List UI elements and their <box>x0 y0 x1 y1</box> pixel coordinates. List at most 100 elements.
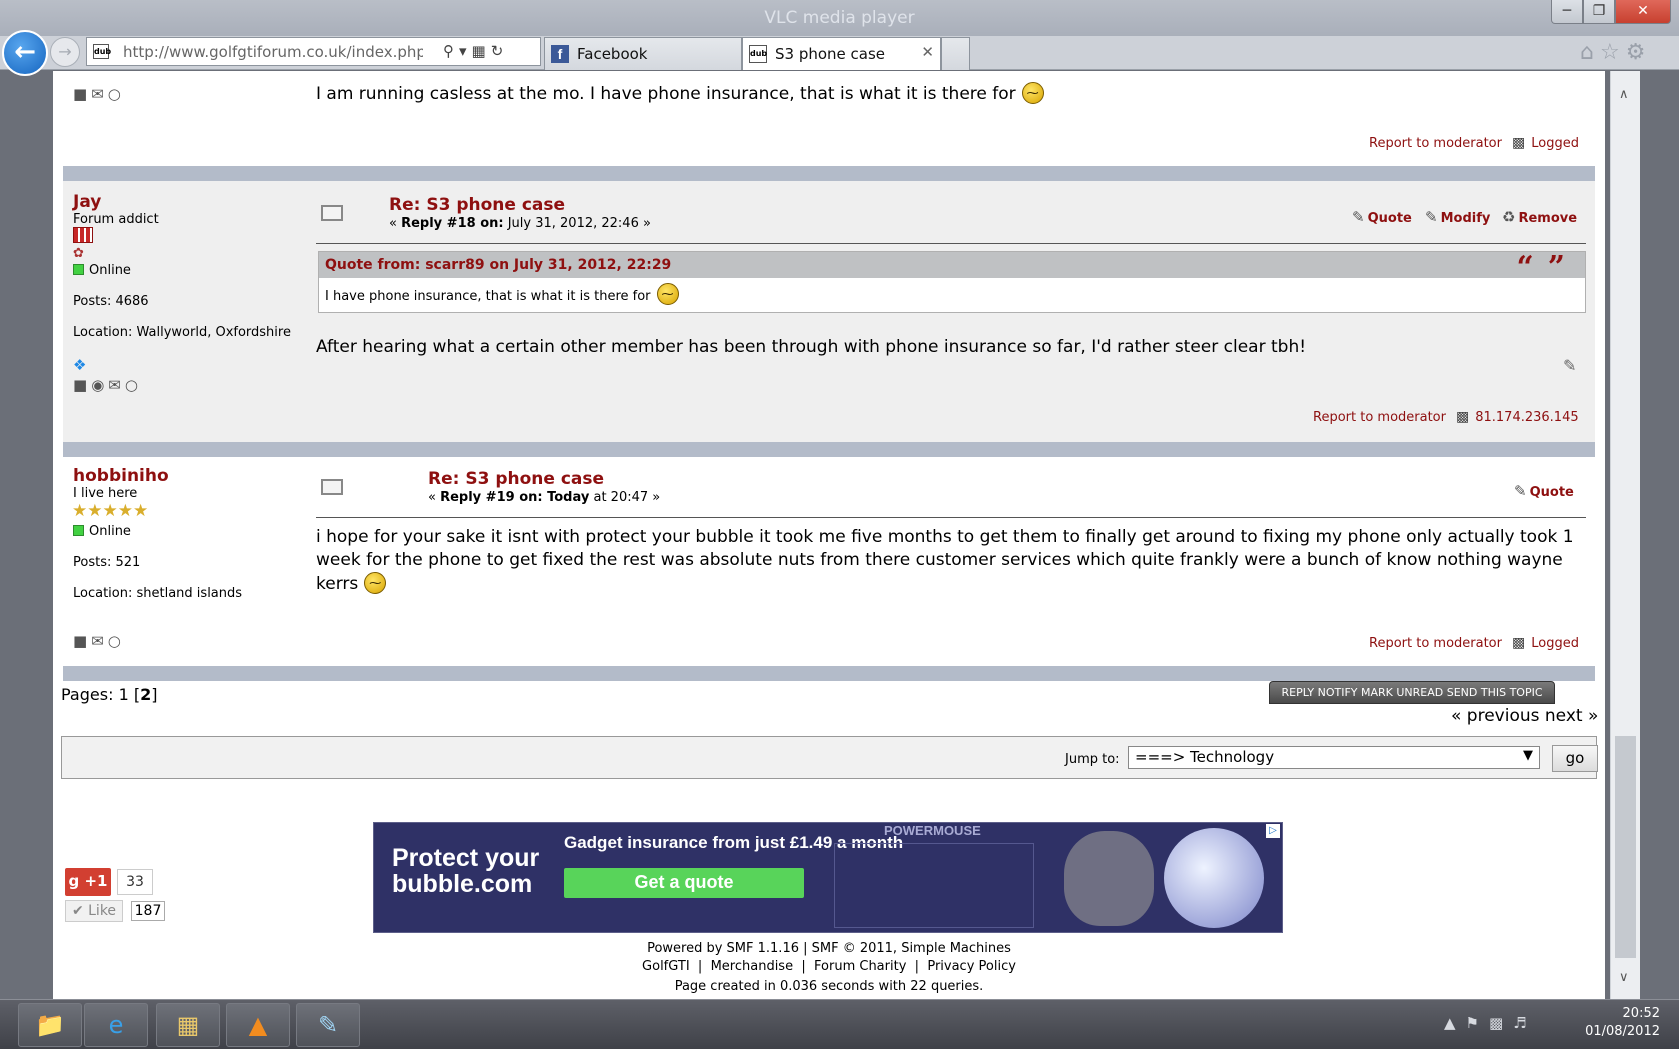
online-status: Online <box>73 524 131 539</box>
vlc-icon[interactable]: ▲ <box>226 1003 290 1047</box>
user-icons: ■✉○ <box>73 632 125 650</box>
previous-link[interactable]: « previous <box>1451 706 1540 726</box>
new-tab-button[interactable] <box>941 37 970 70</box>
current-page: 2 <box>140 685 152 704</box>
forum-page: ■✉○ I am running casless at the mo. I ha… <box>53 71 1605 999</box>
search-icon[interactable]: ⚲ <box>443 42 459 60</box>
quote-marks-icon: “” <box>1516 250 1579 285</box>
logged-indicator: ▩ Logged <box>1512 635 1579 651</box>
rank-stars-icon: ★★★★★ <box>72 501 149 521</box>
quote-button[interactable]: ✎ Quote <box>1352 208 1412 226</box>
footer-links: GolfGTI | Merchandise | Forum Charity | … <box>642 959 1016 974</box>
ip-address[interactable]: ▩ 81.174.236.145 <box>1456 409 1579 425</box>
home-icon[interactable]: ⌂ <box>1580 40 1600 65</box>
page-scrollbar[interactable]: ∧ ∨ <box>1610 71 1640 999</box>
post-meta: « Reply #18 on: July 31, 2012, 22:46 » <box>389 216 651 231</box>
tab-s3-phone-case[interactable]: dub S3 phone case ✕ <box>742 37 941 70</box>
email-icon[interactable]: ✉ <box>91 85 108 103</box>
avatar-icon: ✿ <box>73 246 84 261</box>
go-button[interactable]: go <box>1552 745 1598 772</box>
ad-mouse-mascot-icon <box>1064 831 1154 926</box>
report-to-moderator-link[interactable]: Report to moderator <box>1313 410 1446 425</box>
footer-link-golfgti[interactable]: GolfGTI <box>642 959 690 974</box>
advert-banner[interactable]: Protect your bubble.com Gadget insurance… <box>373 822 1283 933</box>
volume-icon[interactable]: ♬ <box>1513 1014 1536 1032</box>
ad-bubble-icon <box>1164 828 1264 928</box>
quote-button[interactable]: ✎ Quote <box>1514 482 1574 500</box>
post-subject-link[interactable]: Re: S3 phone case <box>389 195 565 215</box>
user-location: Location: Wallyworld, Oxfordshire <box>73 325 291 340</box>
window-title: VLC media player <box>764 8 915 28</box>
website-globe-icon[interactable]: ◉ <box>91 376 108 394</box>
pm-icon[interactable]: ○ <box>125 376 142 394</box>
tab-label: Facebook <box>577 45 648 63</box>
pm-icon[interactable]: ○ <box>108 85 125 103</box>
internet-explorer-icon[interactable]: e <box>84 1003 148 1047</box>
footer-link-forum-charity[interactable]: Forum Charity <box>814 959 906 974</box>
report-to-moderator-link[interactable]: Report to moderator <box>1369 136 1502 151</box>
action-center-flag-icon[interactable]: ⚑ <box>1466 1014 1489 1032</box>
undecided-smiley-icon: ⁓ <box>364 572 387 594</box>
forward-button[interactable]: → <box>50 37 80 67</box>
email-icon[interactable]: ✉ <box>108 376 125 394</box>
ip-logged-icon: ▩ <box>1512 635 1526 651</box>
address-url[interactable]: http://www.golfgtiforum.co.uk/index.php?… <box>123 43 423 61</box>
ad-partner: POWERMOUSE <box>884 823 981 838</box>
favorites-star-icon[interactable]: ☆ <box>1600 40 1626 65</box>
taskbar-clock[interactable]: 20:52 01/08/2012 <box>1574 1005 1660 1041</box>
jump-to-select[interactable]: ===> Technology ▼ <box>1128 746 1540 769</box>
remove-button[interactable]: ♻ Remove <box>1502 208 1577 226</box>
profile-icon[interactable]: ■ <box>73 85 91 103</box>
pm-icon[interactable]: ○ <box>108 632 125 650</box>
system-tray: ▲⚑▩♬ <box>1444 1014 1537 1032</box>
page-link-1[interactable]: 1 <box>119 685 129 704</box>
username-jay[interactable]: Jay <box>73 192 101 212</box>
post-separator <box>63 442 1595 457</box>
remove-icon: ♻ <box>1502 208 1516 226</box>
sticky-notes-icon[interactable]: ▦ <box>156 1003 220 1047</box>
google-plus-count: 33 <box>117 869 153 895</box>
site-favicon-icon: dub <box>749 45 767 63</box>
facebook-like-button[interactable]: ✔ Like <box>65 900 123 922</box>
address-bar[interactable]: dub http://www.golfgtiforum.co.uk/index.… <box>86 37 541 66</box>
profile-icon[interactable]: ■ <box>73 376 91 394</box>
edit-post-icon[interactable]: ✎ <box>1563 356 1576 375</box>
report-to-moderator-link[interactable]: Report to moderator <box>1369 636 1502 651</box>
profile-icon[interactable]: ■ <box>73 632 91 650</box>
file-explorer-icon[interactable]: 📁 <box>18 1003 82 1047</box>
refresh-icon[interactable]: ↻ <box>491 42 509 60</box>
google-plus-one-button[interactable]: g +1 <box>65 868 111 896</box>
dropdown-arrow-icon[interactable]: ▾ <box>459 42 472 60</box>
email-icon[interactable]: ✉ <box>91 632 108 650</box>
tray-expand-icon[interactable]: ▲ <box>1444 1014 1466 1032</box>
tab-facebook[interactable]: f Facebook <box>544 37 742 70</box>
footer-link-privacy-policy[interactable]: Privacy Policy <box>927 959 1016 974</box>
topic-buttons[interactable]: REPLY NOTIFY MARK UNREAD SEND THIS TOPIC… <box>1269 681 1555 721</box>
notepad-icon[interactable]: ✎ <box>296 1003 360 1047</box>
post-subject-link[interactable]: Re: S3 phone case <box>428 469 604 489</box>
modify-icon: ✎ <box>1425 208 1438 226</box>
post-body: After hearing what a certain other membe… <box>316 337 1307 357</box>
post-xx-icon <box>321 479 343 495</box>
modify-button[interactable]: ✎ Modify <box>1425 208 1490 226</box>
settings-gear-icon[interactable]: ⚙ <box>1626 40 1652 65</box>
quote-text: I have phone insurance, that is what it … <box>319 278 1585 310</box>
adchoices-icon[interactable]: ▷ <box>1266 824 1280 838</box>
get-a-quote-button[interactable]: Get a quote <box>564 868 804 898</box>
page-stats: Page created in 0.036 seconds with 22 qu… <box>674 979 984 994</box>
scroll-up-icon[interactable]: ∧ <box>1619 87 1629 102</box>
back-button[interactable]: ← <box>2 30 48 76</box>
close-window-button[interactable]: ✕ <box>1615 0 1671 24</box>
thumbs-up-icon: ✔ <box>71 903 84 919</box>
username-hobbiniho[interactable]: hobbiniho <box>73 466 169 486</box>
post-meta: « Reply #19 on: Today at 20:47 » <box>428 490 661 505</box>
compatibility-icon[interactable]: ▦ <box>472 42 491 60</box>
footer-link-merchandise[interactable]: Merchandise <box>711 959 794 974</box>
minimize-button[interactable]: ─ <box>1551 0 1583 24</box>
maximize-button[interactable]: ❐ <box>1583 0 1615 24</box>
network-signal-icon[interactable]: ▩ <box>1489 1014 1513 1032</box>
scrollbar-thumb[interactable] <box>1615 736 1636 958</box>
next-link[interactable]: next » <box>1545 706 1598 726</box>
scroll-down-icon[interactable]: ∨ <box>1619 970 1629 985</box>
tab-close-icon[interactable]: ✕ <box>921 43 934 61</box>
